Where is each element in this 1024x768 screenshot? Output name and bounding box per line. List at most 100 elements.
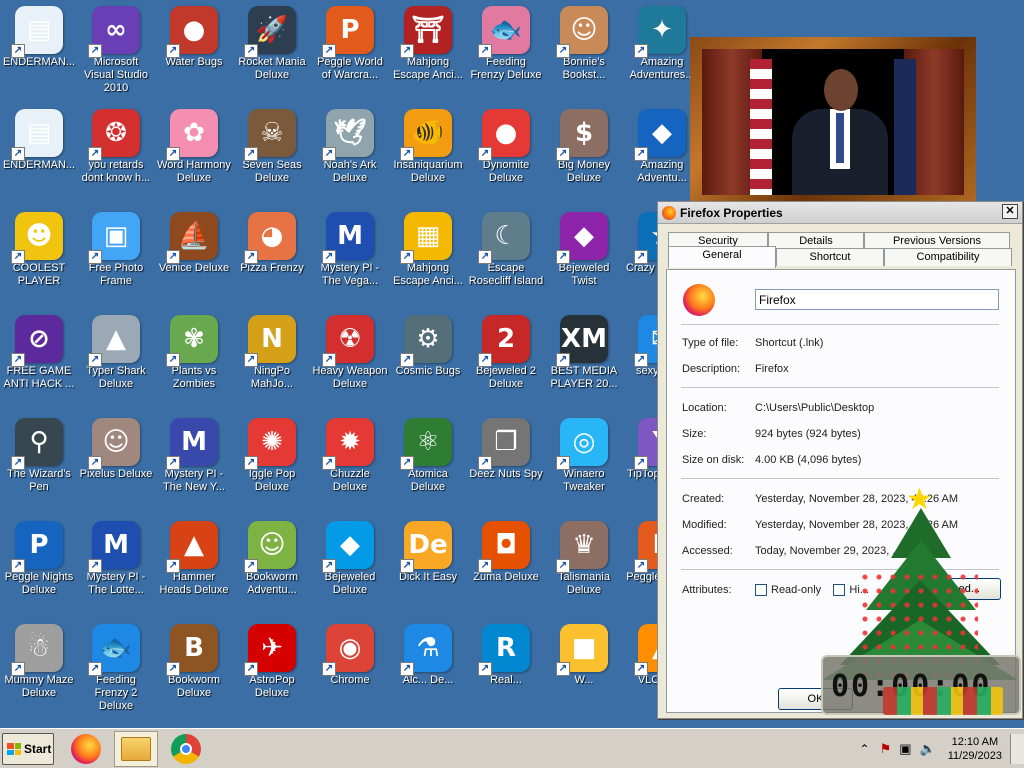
shortcut-arrow-icon: ↗ [400, 44, 414, 58]
created-value: Yesterday, November 28, 2023, 44:26 AM [755, 493, 959, 505]
readonly-checkbox[interactable] [755, 584, 767, 597]
desktop-icon[interactable]: ☻ ↗ COOLEST PLAYER [0, 206, 78, 306]
shortcut-arrow-icon: ↗ [11, 353, 25, 367]
close-button[interactable]: ✕ [1002, 204, 1018, 219]
tab-general[interactable]: General [668, 246, 776, 268]
desktop-icon[interactable]: 🕊 ↗ Noah's Ark Deluxe [311, 103, 389, 203]
desktop-icon[interactable]: ⚲ ↗ The Wizard's Pen [0, 412, 78, 512]
digital-clock-gadget[interactable]: 00:00:00 [821, 655, 1021, 715]
desktop-icon[interactable]: ▤ ↗ ENDERMAN... [0, 0, 78, 100]
desktop-icon[interactable]: ✹ ↗ Chuzzle Deluxe [311, 412, 389, 512]
desktop-icon-image: ☺ ↗ [88, 418, 140, 470]
desktop-icon[interactable]: R ↗ Real... [467, 618, 545, 718]
desktop-icon[interactable]: 🐟 ↗ Feeding Frenzy Deluxe [467, 0, 545, 100]
shortcut-arrow-icon: ↗ [478, 250, 492, 264]
desktop-icon-label: Winaero Tweaker [563, 468, 605, 493]
desktop-icon[interactable]: ◕ ↗ Pizza Frenzy [233, 206, 311, 306]
firefox-properties-dialog[interactable]: Firefox Properties ✕ Security Details Pr… [657, 201, 1023, 719]
desktop-icon[interactable]: ☺ ↗ Bonnie's Bookst... [545, 0, 623, 100]
shortcut-name-field[interactable] [755, 289, 999, 310]
tab-shortcut[interactable]: Shortcut [776, 248, 884, 266]
shortcut-arrow-icon: ↗ [322, 147, 336, 161]
desktop-icon[interactable]: ● ↗ Dynomite Deluxe [467, 103, 545, 203]
desktop-icon-image: 🕊 ↗ [322, 109, 374, 161]
shortcut-arrow-icon: ↗ [400, 662, 414, 676]
desktop-icon-label: Mystery PI - The Vega... [320, 262, 380, 287]
taskbar-clock[interactable]: 12:10 AM 11/29/2023 [948, 735, 1002, 763]
photo-frame-gadget[interactable] [690, 37, 976, 207]
taskbar-firefox[interactable] [64, 731, 108, 767]
desktop-icon[interactable]: ☠ ↗ Seven Seas Deluxe [233, 103, 311, 203]
desktop-icon-image: ⊘ ↗ [11, 315, 63, 367]
show-desktop-button[interactable] [1010, 734, 1024, 764]
desktop-icon[interactable]: ∞ ↗ Microsoft Visual Studio 2010 [77, 0, 155, 100]
advanced-button[interactable]: ...nced... [917, 578, 1001, 600]
desktop-icon[interactable]: ◘ ↗ Zuma Deluxe [467, 515, 545, 615]
description-value: Firefox [755, 363, 789, 375]
desktop-icon[interactable]: ☺ ↗ Bookworm Adventu... [233, 515, 311, 615]
taskbar-chrome[interactable] [164, 731, 208, 767]
desktop-icon[interactable]: 🐟 ↗ Feeding Frenzy 2 Deluxe [77, 618, 155, 718]
taskbar-file-explorer[interactable] [114, 731, 158, 767]
desktop-icon[interactable]: ● ↗ Water Bugs [155, 0, 233, 100]
desktop-icon[interactable]: ▣ ↗ Free Photo Frame [77, 206, 155, 306]
shortcut-arrow-icon: ↗ [88, 147, 102, 161]
shortcut-arrow-icon: ↗ [478, 456, 492, 470]
desktop-icon[interactable]: De ↗ Dick It Easy [389, 515, 467, 615]
start-button[interactable]: Start [2, 733, 54, 765]
desktop-icon-label: COOLEST PLAYER [12, 262, 66, 287]
desktop-icon[interactable]: ⚗ ↗ Alc... De... [389, 618, 467, 718]
action-center-icon[interactable]: ⚑ [880, 741, 892, 757]
desktop-icon[interactable]: ⚙ ↗ Cosmic Bugs [389, 309, 467, 409]
desktop-icon[interactable]: P ↗ Peggle Nights Deluxe [0, 515, 78, 615]
desktop-icon-image: ▦ ↗ [400, 212, 452, 264]
hidden-label: Hi... [849, 584, 869, 596]
show-hidden-icons-button[interactable]: ⌃ [860, 742, 870, 756]
desktop-icon-image: ◉ ↗ [322, 624, 374, 676]
desktop-icon[interactable]: ◆ ↗ Bejeweled Twist [545, 206, 623, 306]
desktop-icon[interactable]: ◉ ↗ Chrome [311, 618, 389, 718]
network-icon[interactable]: ▣ [899, 741, 911, 757]
desktop-icon[interactable]: ☢ ↗ Heavy Weapon Deluxe [311, 309, 389, 409]
desktop-icon[interactable]: ☾ ↗ Escape Rosecliff Island [467, 206, 545, 306]
desktop-icon[interactable]: ▤ ↗ ENDERMAN... [0, 103, 78, 203]
desktop-icon[interactable]: ✺ ↗ Iggle Pop Deluxe [233, 412, 311, 512]
desktop-icon[interactable]: ☃ ↗ Mummy Maze Deluxe [0, 618, 78, 718]
desktop-icon[interactable]: ⊘ ↗ FREE GAME ANTI HACK ... [0, 309, 78, 409]
desktop-icon[interactable]: ▦ ↗ Mahjong Escape Anci... [389, 206, 467, 306]
desktop-icon-image: P↗ [11, 521, 63, 573]
desktop-icon[interactable]: ✈ ↗ AstroPop Deluxe [233, 618, 311, 718]
desktop-icon[interactable]: N ↗ NingPo MahJo... [233, 309, 311, 409]
desktop-icon[interactable]: 🐠 ↗ Insaniquarium Deluxe [389, 103, 467, 203]
desktop-icon[interactable]: P ↗ Peggle World of Warcra... [311, 0, 389, 100]
desktop-icon[interactable]: ⛵ ↗ Venice Deluxe [155, 206, 233, 306]
desktop-icon[interactable]: ▲ ↗ Hammer Heads Deluxe [155, 515, 233, 615]
desktop-icon[interactable]: ✿ ↗ Word Harmony Deluxe [155, 103, 233, 203]
shortcut-arrow-icon: ↗ [556, 250, 570, 264]
desktop-icon[interactable]: M ↗ Mystery PI - The Lotte... [77, 515, 155, 615]
desktop-icon[interactable]: ■ ↗ W... [545, 618, 623, 718]
desktop-icon[interactable]: ❐ ↗ Deez Nuts Spy [467, 412, 545, 512]
hidden-checkbox[interactable] [833, 584, 846, 597]
desktop-icon[interactable]: ♛ ↗ Talismania Deluxe [545, 515, 623, 615]
desktop-icon[interactable]: ✾ ↗ Plants vs Zombies [155, 309, 233, 409]
desktop-icon-image: ⚛ ↗ [400, 418, 452, 470]
desktop-icon[interactable]: ☺ ↗ Pixelus Deluxe [77, 412, 155, 512]
dialog-titlebar[interactable]: Firefox Properties ✕ [658, 202, 1022, 224]
desktop-icon[interactable]: M ↗ Mystery PI - The New Y... [155, 412, 233, 512]
desktop-icon[interactable]: $ ↗ Big Money Deluxe [545, 103, 623, 203]
desktop-icon[interactable]: ◎ ↗ Winaero Tweaker [545, 412, 623, 512]
desktop-icon[interactable]: M ↗ Mystery PI - The Vega... [311, 206, 389, 306]
desktop-icon[interactable]: ⛩ ↗ Mahjong Escape Anci... [389, 0, 467, 100]
desktop-icon[interactable]: 2 ↗ Bejeweled 2 Deluxe [467, 309, 545, 409]
desktop-icon[interactable]: ⚛ ↗ Atomica Deluxe [389, 412, 467, 512]
tab-compatibility[interactable]: Compatibility [884, 248, 1012, 266]
desktop-icon[interactable]: ◆ ↗ Bejeweled Deluxe [311, 515, 389, 615]
desktop-icon-image: ☺ ↗ [244, 521, 296, 573]
volume-icon[interactable]: 🔈 [920, 741, 936, 757]
desktop-icon[interactable]: XM ↗ BEST MEDIA PLAYER 20... [545, 309, 623, 409]
desktop-icon[interactable]: 🚀 ↗ Rocket Mania Deluxe [233, 0, 311, 100]
desktop-icon[interactable]: ❂ ↗ you retards dont know h... [77, 103, 155, 203]
desktop-icon[interactable]: B ↗ Bookworm Deluxe [155, 618, 233, 718]
desktop-icon[interactable]: ▲ ↗ Typer Shark Deluxe [77, 309, 155, 409]
